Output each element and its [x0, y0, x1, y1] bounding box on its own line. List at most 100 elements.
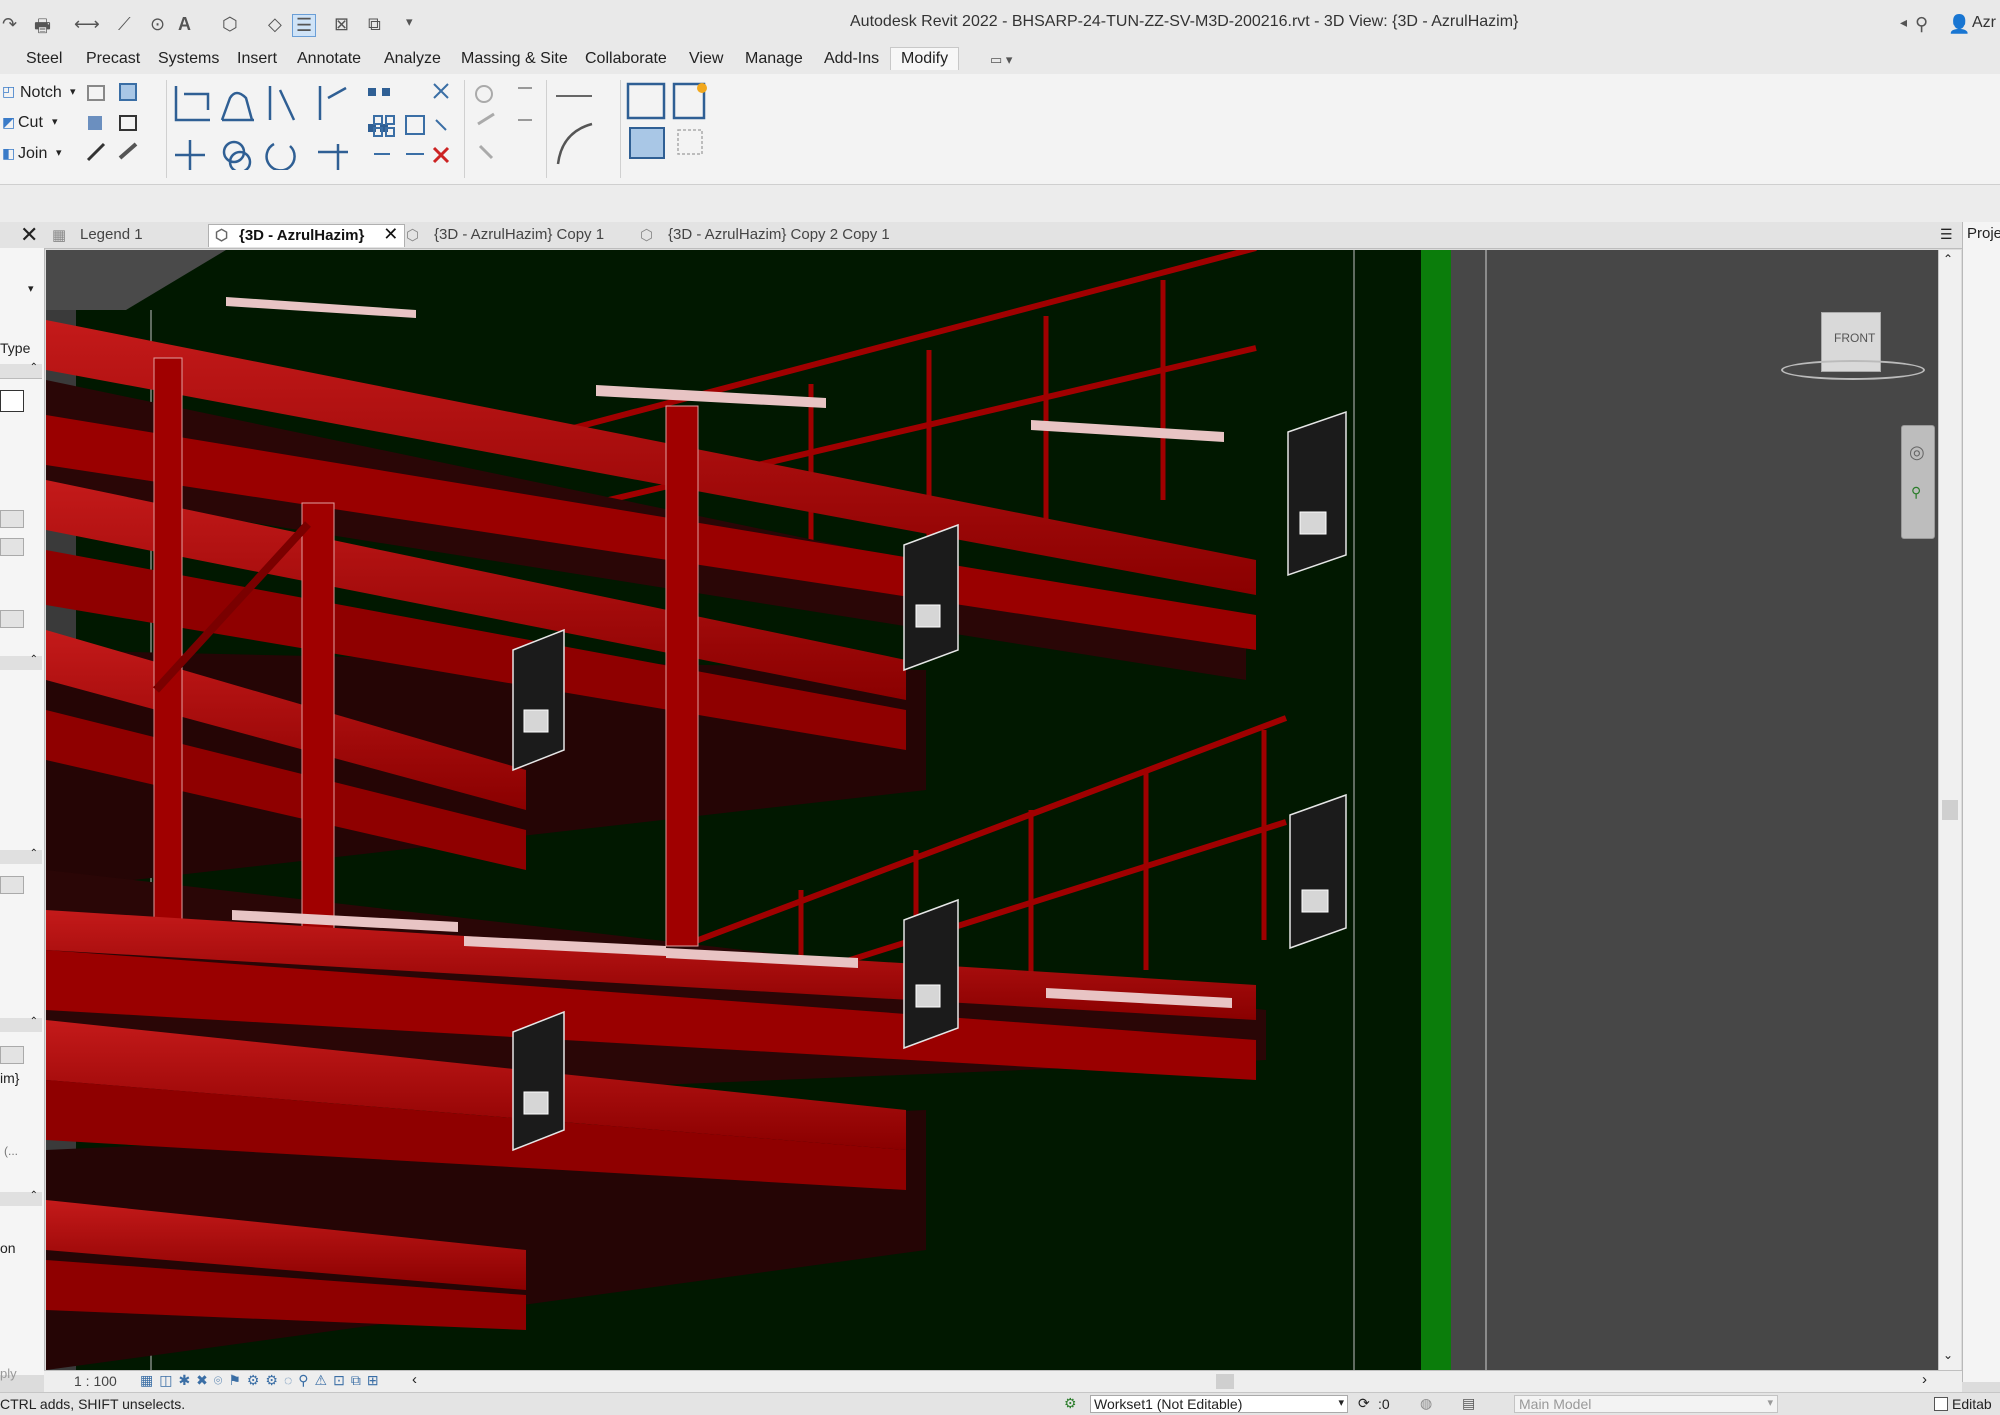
tab-3d-azrulhazim[interactable]: ⬡ {3D - AzrulHazim} ✕ [208, 223, 406, 247]
notch-dropdown-icon[interactable]: ▾ [70, 85, 76, 98]
array-scale-tools[interactable] [370, 80, 470, 170]
tab-systems[interactable]: Systems [158, 50, 219, 68]
cut-icon: ◩ [2, 114, 16, 130]
worksets-icon[interactable]: ⚙ [1064, 1395, 1077, 1412]
browse-value[interactable]: (... [4, 1144, 18, 1158]
scroll-thumb[interactable] [1942, 800, 1958, 820]
geometry-small-tools[interactable] [80, 80, 180, 170]
switch-windows-icon[interactable]: ⧉ [368, 14, 381, 35]
chevron-down-icon: ▾ [1338, 1397, 1344, 1409]
print-icon[interactable]: 🖶 [34, 14, 51, 44]
3d-viewport[interactable]: FRONT ◎ ⚲ [46, 250, 1938, 1370]
close-properties-icon[interactable]: ✕ [20, 222, 38, 248]
tag-icon[interactable]: ⊙ [150, 14, 165, 35]
viewcube-front-face[interactable]: FRONT [1834, 331, 1875, 345]
join-button[interactable]: Join [18, 145, 47, 163]
cut-dropdown-icon[interactable]: ▾ [52, 115, 58, 128]
text-icon[interactable]: A [178, 14, 191, 35]
collapse-icon[interactable]: ⌃ [30, 1190, 38, 1201]
create-tools-panel[interactable] [624, 80, 714, 170]
tab-add-ins[interactable]: Add-Ins [824, 50, 879, 68]
dimension-icon[interactable]: ⟋ [118, 14, 131, 35]
edit-button[interactable] [0, 610, 24, 628]
discipline-value[interactable]: on [0, 1240, 16, 1256]
thin-lines-icon[interactable]: ☰ [292, 14, 317, 37]
collapse-icon[interactable]: ⌃ [30, 848, 38, 859]
editable-requests-icon[interactable]: ▤ [1462, 1395, 1475, 1412]
edit-button[interactable] [0, 1046, 24, 1064]
scale-control[interactable]: 1 : 100 [74, 1373, 117, 1389]
measure-tools-panel[interactable] [552, 80, 622, 170]
property-group-header[interactable]: ⌃ [0, 848, 42, 864]
property-field[interactable] [0, 390, 24, 412]
qat-redo-icon[interactable]: ↷ [2, 14, 17, 35]
binoculars-icon[interactable]: ⚲ [1915, 14, 1928, 35]
vertical-scrollbar[interactable]: ⌃ ⌄ [1938, 250, 1961, 1370]
property-group-header[interactable]: ⌃ [0, 1190, 42, 1206]
close-hidden-windows-icon[interactable]: ⊠ [334, 14, 349, 35]
join-icon: ◧ [2, 145, 16, 161]
tab-modify[interactable]: Modify [890, 47, 960, 70]
scroll-left-icon[interactable]: ‹ [412, 1371, 417, 1388]
design-option-select[interactable]: Main Model ▾ [1514, 1395, 1778, 1413]
join-dropdown-icon[interactable]: ▾ [56, 146, 62, 159]
steel-model-render[interactable] [46, 250, 1938, 1370]
view-control-icons[interactable]: ▦◫✱✖⌾⚑⚙⚙◌⚲⚠⊡⧉⊞ [140, 1372, 385, 1389]
edit-button[interactable] [0, 538, 24, 556]
property-group-header[interactable]: ⌃ [0, 1016, 42, 1032]
property-group-header[interactable]: ⌃ [0, 654, 42, 670]
tab-collaborate[interactable]: Collaborate [585, 50, 667, 68]
tab-massing-site[interactable]: Massing & Site [461, 50, 568, 68]
apply-button[interactable]: ply [0, 1366, 17, 1381]
tab-analyze[interactable]: Analyze [384, 50, 441, 68]
notch-button[interactable]: Notch [20, 84, 62, 102]
navigation-bar: ◎ ⚲ [1901, 425, 1935, 539]
horizontal-scroll-thumb[interactable] [1216, 1374, 1234, 1389]
tab-steel[interactable]: Steel [26, 50, 62, 68]
collapse-icon[interactable]: ⌃ [30, 1016, 38, 1027]
sync-count: :0 [1378, 1396, 1390, 1412]
cut-button[interactable]: Cut [18, 114, 43, 132]
tab-precast[interactable]: Precast [86, 50, 140, 68]
scroll-down-icon[interactable]: ⌄ [1943, 1348, 1953, 1362]
workset-select[interactable]: Workset1 (Not Editable) ▾ [1090, 1395, 1348, 1413]
tab-3d-copy-1[interactable]: {3D - AzrulHazim} Copy 1 [428, 224, 610, 246]
viewcube-compass[interactable] [1781, 360, 1925, 380]
options-bar [0, 185, 2000, 224]
sync-icon[interactable]: ⟳ [1358, 1395, 1370, 1412]
tab-insert[interactable]: Insert [237, 50, 277, 68]
section-icon[interactable]: ◇ [268, 14, 282, 35]
tab-list-icon[interactable]: ☰ [1940, 226, 1953, 243]
edit-button[interactable] [0, 510, 24, 528]
chevron-down-icon: ▾ [1767, 1397, 1773, 1409]
design-options-icon[interactable]: ◍ [1420, 1395, 1432, 1412]
edit-button[interactable] [0, 876, 24, 894]
user-icon[interactable]: 👤 [1948, 14, 1970, 35]
tab-3d-copy-2-copy-1[interactable]: {3D - AzrulHazim} Copy 2 Copy 1 [662, 224, 896, 246]
tab-annotate[interactable]: Annotate [297, 50, 361, 68]
tab-manage[interactable]: Manage [745, 50, 803, 68]
collapse-icon[interactable]: ⌃ [30, 362, 38, 373]
ribbon-separator [166, 80, 167, 178]
user-name[interactable]: Azr [1972, 14, 1996, 32]
property-group-header[interactable]: ⌃ [0, 362, 42, 379]
scroll-up-icon[interactable]: ⌃ [1943, 252, 1953, 266]
view-tools-panel[interactable] [470, 80, 540, 170]
zoom-icon[interactable]: ⚲ [1911, 484, 1921, 501]
scroll-right-icon[interactable]: › [1922, 1371, 1927, 1388]
3d-view-icon: ⬡ [215, 227, 229, 244]
tab-view[interactable]: View [689, 50, 723, 68]
design-option-value: Main Model [1519, 1396, 1592, 1412]
steering-wheel-icon[interactable]: ◎ [1909, 442, 1925, 463]
default-3d-view-icon[interactable]: ⬡ [222, 14, 238, 35]
tab-legend-1[interactable]: Legend 1 [74, 224, 149, 246]
view-name-value[interactable]: im} [0, 1070, 19, 1086]
measure-icon[interactable]: ⟷ [74, 14, 100, 35]
customize-qat-icon[interactable]: ▾ [406, 14, 413, 30]
type-selector-dropdown-icon[interactable]: ▾ [28, 282, 34, 295]
close-tab-icon[interactable]: ✕ [383, 223, 398, 245]
collapse-icon[interactable]: ⌃ [30, 654, 38, 665]
editable-only-checkbox[interactable] [1934, 1397, 1948, 1411]
expand-left-icon[interactable]: ◂ [1900, 14, 1907, 31]
contextual-tab-toggle-icon[interactable]: ▭ ▾ [990, 52, 1012, 68]
